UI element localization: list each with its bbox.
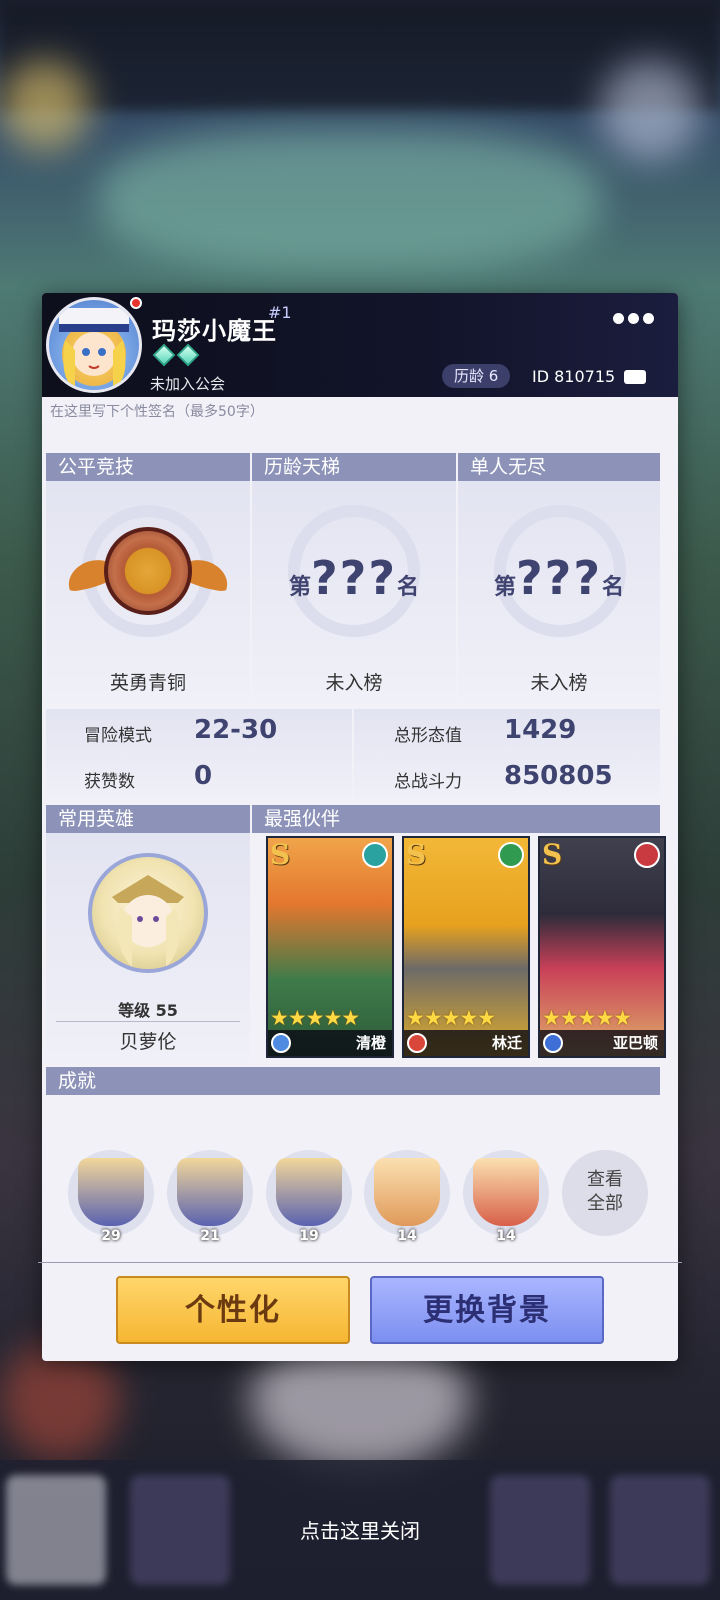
stats-left: 冒险模式 22-30 获赞数 0 [46, 709, 352, 799]
partner-name: 亚巴顿 [612, 1034, 658, 1052]
section-ladder: 历龄天梯 [252, 453, 456, 481]
achievement-count: 19 [299, 1228, 319, 1244]
achievement-count: 14 [397, 1228, 417, 1244]
form-label: 总形态值 [394, 726, 462, 746]
view-all-achievements-button[interactable]: 查看 全部 [562, 1150, 648, 1236]
background-blur [0, 60, 90, 150]
change-background-button[interactable]: 更换背景 [370, 1276, 604, 1344]
ladder-status: 未入榜 [325, 672, 383, 694]
hero-level: 等级 55 [118, 1001, 178, 1020]
achievement-badge[interactable]: 21 [167, 1150, 253, 1244]
partner-card[interactable]: S ★★★★★ 清橙 [266, 836, 394, 1058]
profile-header: 玛莎小魔王 #1 未加入公会 历龄 6 ID 810715 [42, 293, 678, 397]
partner-name: 林迁 [491, 1034, 522, 1052]
grade-badge: S [406, 838, 427, 871]
achievement-emblem-icon [276, 1158, 342, 1226]
player-id: ID 810715 [532, 367, 616, 386]
form-value: 1429 [504, 715, 577, 745]
likes-label: 获赞数 [84, 772, 135, 792]
background-blur [100, 130, 600, 270]
defense-class-icon [543, 1033, 563, 1053]
partner-card[interactable]: S ★★★★★ 林迁 [402, 836, 530, 1058]
view-all-line2: 全部 [587, 1193, 623, 1214]
ladder-card[interactable]: 第???名 未入榜 [252, 481, 456, 703]
diamond-icon [152, 343, 176, 367]
adventure-value: 22-30 [194, 715, 278, 745]
bronze-medal-icon [104, 527, 192, 615]
power-label: 总战斗力 [394, 772, 462, 792]
more-options-button[interactable] [613, 313, 654, 324]
star-rating: ★★★★★ [270, 1006, 360, 1030]
personalize-button[interactable]: 个性化 [116, 1276, 350, 1344]
guild-status: 未加入公会 [150, 375, 226, 393]
likes-value: 0 [194, 761, 213, 791]
achievement-count: 21 [200, 1228, 220, 1244]
achievement-count: 14 [496, 1228, 516, 1244]
hero-name: 贝萝伦 [119, 1031, 177, 1053]
view-all-line1: 查看 [587, 1169, 623, 1190]
diamond-icon [176, 343, 200, 367]
star-rating: ★★★★★ [542, 1006, 632, 1030]
panel-divider [38, 1262, 682, 1263]
dot-icon [643, 313, 654, 324]
endless-status: 未入榜 [530, 672, 588, 694]
power-value: 850805 [504, 761, 613, 791]
account-age-badge: 历龄 6 [442, 364, 511, 388]
fair-arena-tier: 英勇青铜 [109, 672, 186, 694]
hero-divider [56, 1021, 240, 1022]
common-hero-card[interactable]: 等级 55 贝萝伦 [46, 833, 250, 1063]
achievement-badge[interactable]: 29 [68, 1150, 154, 1244]
star-rating: ★★★★★ [406, 1006, 496, 1030]
section-best-partner: 最强伙伴 [252, 805, 660, 833]
adventure-label: 冒险模式 [84, 726, 152, 746]
section-endless: 单人无尽 [458, 453, 660, 481]
copy-id-icon[interactable] [624, 370, 646, 384]
player-rank-tag: #1 [268, 303, 292, 322]
achievement-count: 29 [101, 1228, 121, 1244]
player-name: 玛莎小魔王 [152, 317, 277, 345]
partner-card[interactable]: S ★★★★★ 亚巴顿 [538, 836, 666, 1058]
section-fair-arena: 公平竞技 [46, 453, 250, 481]
close-hint[interactable]: 点击这里关闭 [0, 1515, 720, 1544]
signature-input[interactable]: 在这里写下个性签名（最多50字） [50, 401, 264, 421]
achievement-badge[interactable]: 19 [266, 1150, 352, 1244]
fire-element-icon [634, 842, 660, 868]
section-achievements: 成就 [46, 1067, 660, 1095]
achievement-emblem-icon [473, 1158, 539, 1226]
achievement-badge[interactable]: 14 [463, 1150, 549, 1244]
achievement-emblem-icon [78, 1158, 144, 1226]
dot-icon [628, 313, 639, 324]
player-avatar[interactable] [46, 297, 142, 393]
dot-icon [613, 313, 624, 324]
stats-right: 总形态值 1429 总战斗力 850805 [354, 709, 660, 799]
achievement-badge[interactable]: 14 [364, 1150, 450, 1244]
support-class-icon [271, 1033, 291, 1053]
notification-dot [130, 297, 142, 309]
grade-badge: S [270, 838, 291, 871]
fair-arena-card[interactable]: 英勇青铜 [46, 481, 250, 703]
tank-class-icon [407, 1033, 427, 1053]
unranked-placeholder: 第???名 [493, 551, 625, 605]
partner-name: 清橙 [355, 1034, 386, 1052]
nature-element-icon [498, 842, 524, 868]
wind-element-icon [362, 842, 388, 868]
background-blur [600, 60, 700, 160]
player-gems [152, 343, 200, 367]
endless-card[interactable]: 第???名 未入榜 [458, 481, 660, 703]
section-common-hero: 常用英雄 [46, 805, 250, 833]
achievement-emblem-icon [374, 1158, 440, 1226]
hero-portrait [88, 853, 208, 973]
grade-badge: S [542, 838, 563, 871]
unranked-placeholder: 第???名 [288, 551, 420, 605]
achievement-emblem-icon [177, 1158, 243, 1226]
